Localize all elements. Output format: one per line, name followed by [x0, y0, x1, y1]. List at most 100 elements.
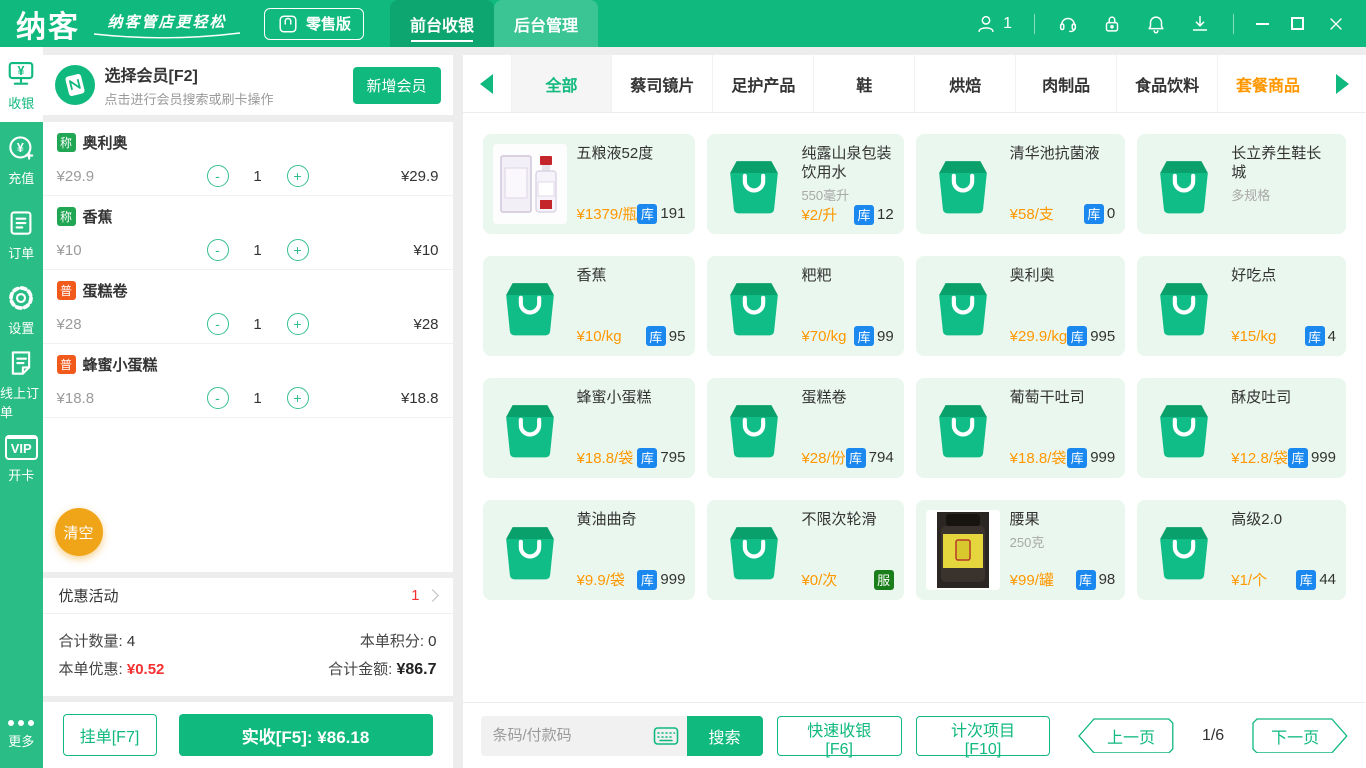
increase-qty-button[interactable]: +	[286, 239, 309, 261]
settings-gear-icon	[9, 285, 34, 310]
window-minimize-icon[interactable]	[1256, 22, 1269, 25]
next-page-button[interactable]: 下一页	[1252, 717, 1348, 754]
category-tab[interactable]: 肉制品	[1015, 55, 1116, 112]
user-session[interactable]: 1	[975, 13, 1012, 35]
product-price: ¥12.8/袋	[1231, 450, 1288, 467]
product-card[interactable]: 五粮液52度 ¥1379/瓶 库 191	[482, 134, 696, 234]
product-stock: 库 795	[637, 447, 685, 468]
add-member-button[interactable]: 新增会员	[352, 66, 441, 104]
category-tab-combo[interactable]: 套餐商品	[1217, 55, 1318, 112]
product-card[interactable]: 香蕉 ¥10/kg 库 95	[482, 256, 696, 356]
product-stock: 库 999	[1287, 447, 1336, 468]
barcode-input[interactable]	[492, 727, 653, 744]
clear-cart-button[interactable]: 清空	[54, 508, 103, 556]
quick-cashier-button[interactable]: 快速收银[F6]	[776, 715, 902, 758]
category-tab[interactable]: 蔡司镜片	[611, 55, 712, 112]
product-price: ¥9.9/袋	[576, 572, 625, 589]
points-value: 0	[428, 633, 437, 650]
product-price: ¥15/kg	[1231, 327, 1277, 345]
notification-bell-icon[interactable]	[1145, 13, 1167, 35]
product-price: ¥18.8/袋	[1009, 450, 1067, 467]
tab-backend-admin[interactable]: 后台管理	[494, 0, 599, 47]
increase-qty-button[interactable]: +	[286, 165, 309, 187]
product-bag-icon	[1147, 266, 1221, 346]
cart-item: 普 蜂蜜小蛋糕 ¥18.8 - 1 + ¥18.8	[42, 344, 453, 418]
window-close-icon[interactable]	[1326, 14, 1346, 34]
category-tab-all[interactable]: 全部	[510, 55, 612, 112]
decrease-qty-button[interactable]: -	[206, 239, 229, 261]
product-area: 全部 蔡司镜片 足护产品 鞋 烘焙 肉制品 食品饮料 套餐商品 五粮液52度 ¥…	[462, 55, 1366, 768]
decrease-qty-button[interactable]: -	[206, 313, 229, 335]
stock-count: 12	[876, 206, 894, 223]
category-tab[interactable]: 食品饮料	[1116, 55, 1217, 112]
product-name: 腰果	[1009, 511, 1040, 528]
product-card[interactable]: 清华池抗菌液 ¥58/支 库 0	[915, 134, 1126, 234]
product-card[interactable]: 蜂蜜小蛋糕 ¥18.8/袋 库 795	[482, 378, 696, 478]
stock-badge: 库	[845, 447, 866, 468]
sidebar-item-cashier[interactable]: ¥ 收银	[0, 47, 43, 122]
cart-item-price: ¥29.9	[56, 167, 95, 185]
category-tab[interactable]: 足护产品	[712, 55, 813, 112]
category-next-arrow[interactable]	[1318, 55, 1366, 112]
product-stock: 库 999	[637, 569, 685, 590]
product-name: 不限次轮滑	[801, 511, 877, 528]
product-card[interactable]: 酥皮吐司 ¥12.8/袋 库 999	[1137, 378, 1346, 478]
tab-front-cashier[interactable]: 前台收银	[390, 0, 495, 47]
product-card[interactable]: 长立养生鞋长城 多规格	[1137, 134, 1346, 234]
product-photo	[925, 510, 1000, 590]
select-member-area[interactable]: 选择会员[F2] 点击进行会员搜索或刷卡操作 新增会员	[42, 55, 453, 115]
hold-order-button[interactable]: 挂单[F7]	[62, 714, 157, 756]
weigh-badge: 称	[56, 207, 76, 226]
stock-badge: 库	[853, 326, 874, 346]
product-stock: 库 95	[645, 326, 685, 346]
product-card[interactable]: 好吃点 ¥15/kg 库 4	[1137, 256, 1346, 356]
category-bar: 全部 蔡司镜片 足护产品 鞋 烘焙 肉制品 食品饮料 套餐商品	[462, 55, 1366, 113]
barcode-search-box	[480, 715, 687, 756]
product-name: 清华池抗菌液	[1009, 145, 1100, 162]
sidebar-item-more[interactable]: 更多	[0, 702, 43, 768]
product-bag-icon	[1147, 144, 1221, 224]
keyboard-icon[interactable]	[653, 726, 679, 746]
category-prev-arrow[interactable]	[463, 55, 511, 112]
decrease-qty-button[interactable]: -	[206, 165, 229, 187]
prev-page-button[interactable]: 上一页	[1078, 717, 1174, 754]
increase-qty-button[interactable]: +	[286, 313, 309, 335]
category-tab[interactable]: 鞋	[813, 55, 914, 112]
more-dots-icon	[8, 720, 35, 726]
product-card[interactable]: 葡萄干吐司 ¥18.8/袋 库 999	[915, 378, 1126, 478]
product-price: ¥29.9/kg	[1009, 327, 1068, 345]
product-bag-icon	[717, 510, 791, 590]
product-card[interactable]: 高级2.0 ¥1/个 库 44	[1137, 500, 1346, 600]
sidebar-item-vip-card[interactable]: VIP 开卡	[0, 422, 43, 497]
promotions-row[interactable]: 优惠活动 1	[42, 578, 453, 614]
product-card[interactable]: 奥利奥 ¥29.9/kg 库 995	[915, 256, 1126, 356]
edition-badge: 零售版	[264, 7, 365, 40]
product-card[interactable]: 黄油曲奇 ¥9.9/袋 库 999	[482, 500, 696, 600]
stock-badge: 库	[637, 447, 658, 468]
sidebar-item-online-orders[interactable]: 线上订单	[0, 347, 43, 422]
product-card[interactable]: 粑粑 ¥70/kg 库 99	[707, 256, 904, 356]
product-card[interactable]: 不限次轮滑 ¥0/次 服	[707, 500, 904, 600]
stock-count: 794	[868, 449, 894, 466]
product-card[interactable]: 腰果 250克 ¥99/罐 库 98	[915, 500, 1126, 600]
pay-button[interactable]: 实收[F5]: ¥86.18	[178, 714, 433, 756]
support-headset-icon[interactable]	[1057, 13, 1079, 35]
category-tab[interactable]: 烘焙	[914, 55, 1015, 112]
search-button[interactable]: 搜索	[686, 715, 763, 756]
sidebar-item-settings[interactable]: 设置	[0, 272, 43, 347]
download-update-icon[interactable]	[1189, 13, 1211, 35]
counting-item-button[interactable]: 计次项目[F10]	[915, 715, 1051, 758]
stock-badge: 库	[1296, 569, 1317, 590]
decrease-qty-button[interactable]: -	[206, 387, 229, 409]
product-card[interactable]: 纯露山泉包装饮用水 550毫升 ¥2/升 库 12	[707, 134, 904, 234]
sidebar-item-orders[interactable]: 订单	[0, 197, 43, 272]
window-maximize-icon[interactable]	[1291, 17, 1304, 30]
product-price: ¥18.8/袋	[576, 450, 634, 467]
increase-qty-button[interactable]: +	[286, 387, 309, 409]
product-spec: 550毫升	[801, 188, 850, 203]
triangle-right-icon	[1335, 73, 1349, 94]
sidebar-item-recharge[interactable]: ¥ 充值	[0, 122, 43, 197]
lock-icon[interactable]	[1101, 13, 1123, 35]
product-card[interactable]: 蛋糕卷 ¥28/份 库 794	[707, 378, 904, 478]
product-stock: 库 191	[637, 203, 685, 224]
